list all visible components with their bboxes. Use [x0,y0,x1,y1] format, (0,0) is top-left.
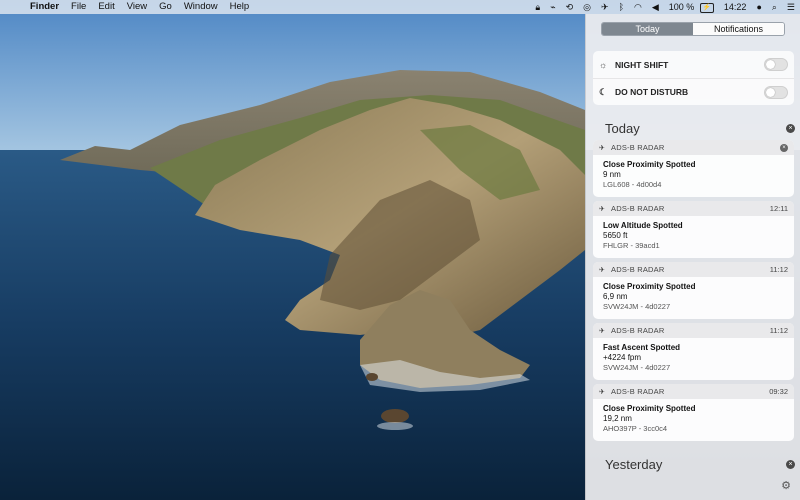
night-shift-label: NIGHT SHIFT [615,59,669,70]
do-not-disturb-label: DO NOT DISTURB [615,87,689,97]
notification-meta: FHLGR - 39acd1 [603,241,660,250]
notification-title: Low Altitude Spotted [603,221,683,230]
notification-detail: 19,2 nm [603,414,632,423]
radar-app-icon: ✈︎ [599,388,605,396]
notification-detail: 6,9 nm [603,292,628,301]
notification-title: Fast Ascent Spotted [603,343,681,352]
notification-meta: SVW24JM - 4d0227 [603,363,671,372]
radar-app-icon: ✈︎ [599,327,605,335]
user-icon[interactable]: ● [751,0,766,14]
notification-meta: LGL608 - 4d00d4 [603,180,662,189]
do-not-disturb-switch[interactable] [764,85,788,99]
notification-center-panel: Today Notifications ☼ NIGHT SHIFT ☾ DO N… [585,14,800,500]
night-shift-switch[interactable] [764,58,788,71]
notification-app-name: ADS-B RADAR [611,265,665,274]
switch-knob [766,60,775,69]
wifi-app-icon[interactable]: ⌁ [545,0,560,14]
notification-time: 09:32 [769,387,788,396]
notification-card[interactable]: ✈︎ ADS-B RADAR 11:12 Fast Ascent Spotted… [593,323,794,380]
volume-icon[interactable]: ◀︎ [647,0,664,14]
notification-header: ✈︎ ADS-B RADAR 12:11 [593,201,794,216]
notification-detail: +4224 fpm [603,353,642,362]
quick-toggles: ☼ NIGHT SHIFT ☾ DO NOT DISTURB [593,51,794,105]
moon-icon: ☾ [599,86,608,97]
dismiss-notification-button[interactable]: × [780,143,788,152]
battery-icon: ⚡ [699,2,714,13]
radar-app-icon: ✈︎ [599,205,605,213]
notification-time: 11:12 [769,265,788,274]
section-title: Yesterday [605,456,663,472]
section-title: Today [605,120,640,136]
lock-icon[interactable]: 🔒︎ [530,0,545,14]
menu-go[interactable]: Go [153,0,178,14]
notification-time: 12:11 [769,204,788,213]
notification-app-name: ADS-B RADAR [611,326,665,335]
notification-app-name: ADS-B RADAR [611,143,665,152]
notification-header: ✈︎ ADS-B RADAR × [593,140,794,155]
radar-app-icon: ✈︎ [599,266,605,274]
menu-clock[interactable]: 14:22 [719,0,752,14]
notification-header: ✈︎ ADS-B RADAR 09:32 [593,384,794,399]
notification-meta: SVW24JM - 4d0227 [603,302,671,311]
clipboard-icon[interactable]: ◎ [578,0,596,14]
menu-file[interactable]: File [65,0,92,14]
notification-app-name: ADS-B RADAR [611,387,665,396]
notification-app-name: ADS-B RADAR [611,204,665,213]
spotlight-icon[interactable]: ⌕ [767,0,782,14]
sun-icon: ☼ [599,59,608,70]
clear-today-button[interactable]: × [786,123,795,133]
menu-bar: Finder File Edit View Go Window Help 🔒︎ … [0,0,800,14]
notification-title: Close Proximity Spotted [603,160,696,169]
notification-header: ✈︎ ADS-B RADAR 11:12 [593,323,794,338]
menu-edit[interactable]: Edit [92,0,120,14]
wifi-icon[interactable]: ◠ [629,0,647,14]
notification-card[interactable]: ✈︎ ADS-B RADAR × Close Proximity Spotted… [593,140,794,197]
notification-card[interactable]: ✈︎ ADS-B RADAR 12:11 Low Altitude Spotte… [593,201,794,258]
menu-app-name[interactable]: Finder [24,0,65,14]
battery-percent: 100 % [668,2,695,12]
notification-title: Close Proximity Spotted [603,282,696,291]
tab-today[interactable]: Today [602,23,693,35]
switch-knob [766,87,775,97]
notification-header: ✈︎ ADS-B RADAR 11:12 [593,262,794,277]
bluetooth-icon[interactable]: ᛒ [614,0,629,14]
tab-notifications[interactable]: Notifications [693,23,784,35]
battery-indicator[interactable]: 100 % ⚡ [664,0,719,14]
section-today: Today × [605,120,795,136]
notification-card[interactable]: ✈︎ ADS-B RADAR 11:12 Close Proximity Spo… [593,262,794,319]
time-machine-icon[interactable]: ⟲ [561,0,579,14]
notification-card[interactable]: ✈︎ ADS-B RADAR 09:32 Close Proximity Spo… [593,384,794,441]
notification-detail: 9 nm [603,170,621,179]
status-area: 🔒︎ ⌁ ⟲ ◎ ✈︎ ᛒ ◠ ◀︎ 100 % ⚡ 14:22 ● ⌕ ☰ [530,0,800,14]
gear-icon[interactable]: ⚙ [780,480,792,492]
notification-title: Close Proximity Spotted [603,404,696,413]
clear-yesterday-button[interactable]: × [786,459,795,469]
menu-window[interactable]: Window [178,0,224,14]
toggle-do-not-disturb: ☾ DO NOT DISTURB [593,78,794,105]
notification-meta: AHO397P - 3cc0c4 [603,424,668,433]
notification-time: 11:12 [769,326,788,335]
menu-view[interactable]: View [121,0,153,14]
toggle-night-shift: ☼ NIGHT SHIFT [593,51,794,78]
radar-app-icon: ✈︎ [599,144,605,152]
menu-help[interactable]: Help [224,0,256,14]
notification-center-icon[interactable]: ☰ [782,0,800,14]
notification-center-tabs: Today Notifications [601,22,785,36]
section-yesterday: Yesterday × [605,456,795,472]
radar-icon[interactable]: ✈︎ [596,0,614,14]
notification-detail: 5650 ft [603,231,628,240]
